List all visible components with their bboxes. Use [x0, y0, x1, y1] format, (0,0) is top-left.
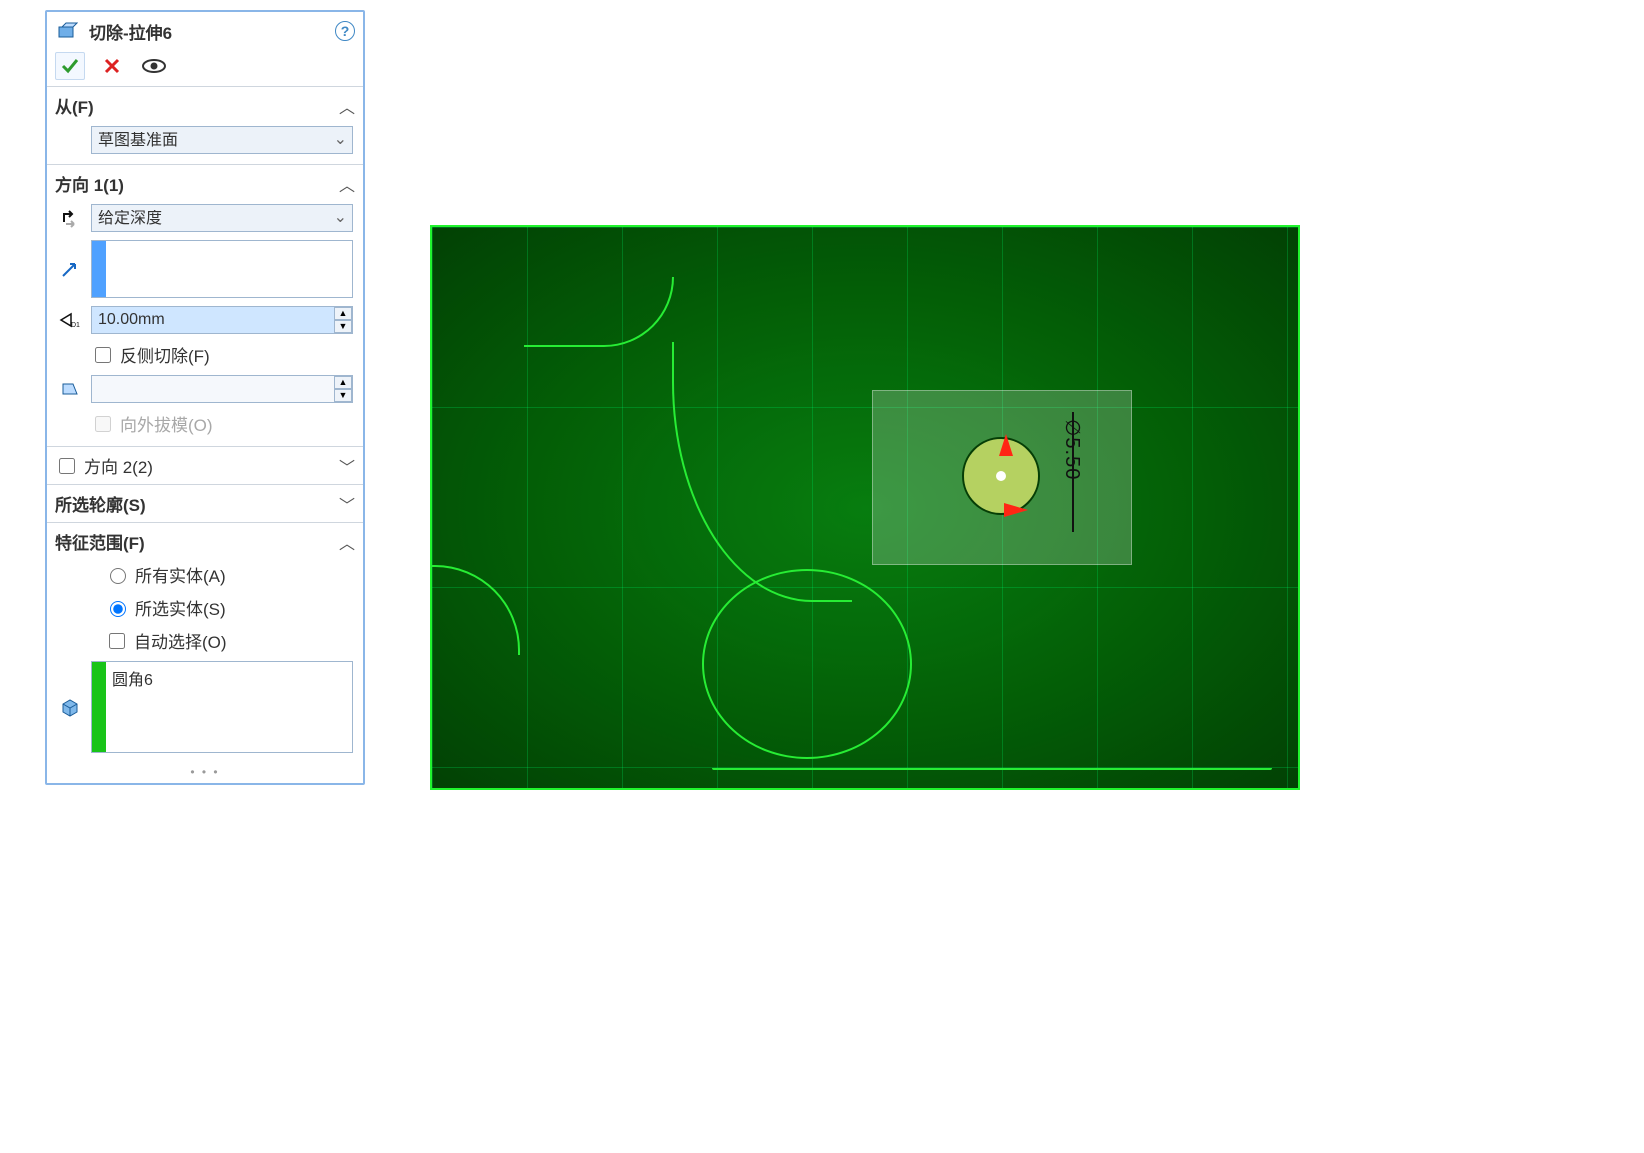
selected-bodies-radio[interactable]: 所选实体(S): [57, 595, 353, 620]
section-header-direction1[interactable]: 方向 1(1) ︿: [47, 165, 363, 202]
spin-down-button[interactable]: ▼: [334, 320, 352, 333]
cancel-button[interactable]: [97, 52, 127, 80]
ok-button[interactable]: [55, 52, 85, 80]
bodies-listbox[interactable]: 圆角6: [91, 661, 353, 753]
model-edge: [672, 342, 852, 602]
start-condition-select[interactable]: 草图基准面: [91, 126, 353, 154]
selected-contours-label: 所选轮廓(S): [55, 491, 339, 516]
model-edge: [702, 569, 912, 759]
draft-angle-input[interactable]: [91, 375, 353, 403]
body-list-item[interactable]: 圆角6: [106, 662, 159, 752]
chevron-down-icon: ﹀: [339, 492, 355, 516]
model-edge: [712, 768, 1272, 770]
reverse-direction-button[interactable]: [57, 205, 83, 231]
solid-body-icon: [57, 694, 83, 720]
section-dir1-label: 方向 1(1): [55, 171, 339, 196]
spin-up-button[interactable]: ▲: [334, 376, 352, 389]
end-condition-select[interactable]: 给定深度: [91, 204, 353, 232]
section-from-label: 从(F): [55, 93, 339, 118]
diameter-dimension[interactable]: ∅5.50: [1060, 419, 1084, 480]
chevron-up-icon: ︿: [339, 172, 355, 196]
model-edge: [430, 565, 520, 655]
chevron-down-icon: ﹀: [339, 454, 355, 478]
section-body-direction1: 给定深度 D1 ▲ ▼: [47, 202, 363, 446]
draft-outward-checkbox: 向外拔模(O): [57, 411, 353, 436]
section-header-direction2[interactable]: 方向 2(2) ﹀: [47, 447, 363, 484]
feature-title-row: 切除-拉伸6 ?: [47, 12, 363, 48]
cut-extrude-icon: [55, 18, 81, 44]
all-bodies-radio[interactable]: 所有实体(A): [57, 562, 353, 587]
depth-spinner[interactable]: ▲ ▼: [334, 307, 352, 333]
feature-title: 切除-拉伸6: [89, 19, 172, 44]
spin-down-button[interactable]: ▼: [334, 389, 352, 402]
section-header-feature-scope[interactable]: 特征范围(F) ︿: [47, 523, 363, 560]
panel-resize-grip[interactable]: • • •: [47, 763, 363, 783]
direction-arrow-up[interactable]: [999, 434, 1013, 456]
confirmation-row: [47, 48, 363, 86]
model-edge: [524, 277, 674, 347]
chevron-up-icon: ︿: [339, 530, 355, 554]
depth-input[interactable]: [91, 306, 353, 334]
chevron-up-icon: ︿: [339, 94, 355, 118]
direction-reference-listbox[interactable]: [91, 240, 353, 298]
section-body-feature-scope: 所有实体(A) 所选实体(S) 自动选择(O) 圆角6: [47, 560, 363, 763]
section-header-selected-contours[interactable]: 所选轮廓(S) ﹀: [47, 485, 363, 522]
section-header-from[interactable]: 从(F) ︿: [47, 87, 363, 124]
svg-text:D1: D1: [71, 322, 80, 329]
direction-arrow-right[interactable]: [1004, 503, 1028, 517]
help-button[interactable]: ?: [335, 21, 355, 41]
direction-vector-icon: [57, 256, 83, 282]
property-manager-panel: 切除-拉伸6 ? 从(F) ︿ 草图基准面 方向 1(1) ︿: [45, 10, 365, 785]
graphics-viewport[interactable]: ∅5.50: [430, 225, 1300, 790]
feature-scope-label: 特征范围(F): [55, 529, 339, 554]
auto-select-checkbox[interactable]: 自动选择(O): [57, 628, 353, 653]
depth-icon: D1: [57, 307, 83, 333]
direction2-enable-checkbox[interactable]: 方向 2(2): [55, 453, 339, 478]
flip-side-checkbox[interactable]: 反侧切除(F): [57, 342, 353, 367]
draft-body-icon: [57, 376, 83, 402]
preview-toggle-button[interactable]: [139, 52, 169, 80]
draft-spinner[interactable]: ▲ ▼: [334, 376, 352, 402]
spin-up-button[interactable]: ▲: [334, 307, 352, 320]
section-body-from: 草图基准面: [47, 124, 363, 164]
